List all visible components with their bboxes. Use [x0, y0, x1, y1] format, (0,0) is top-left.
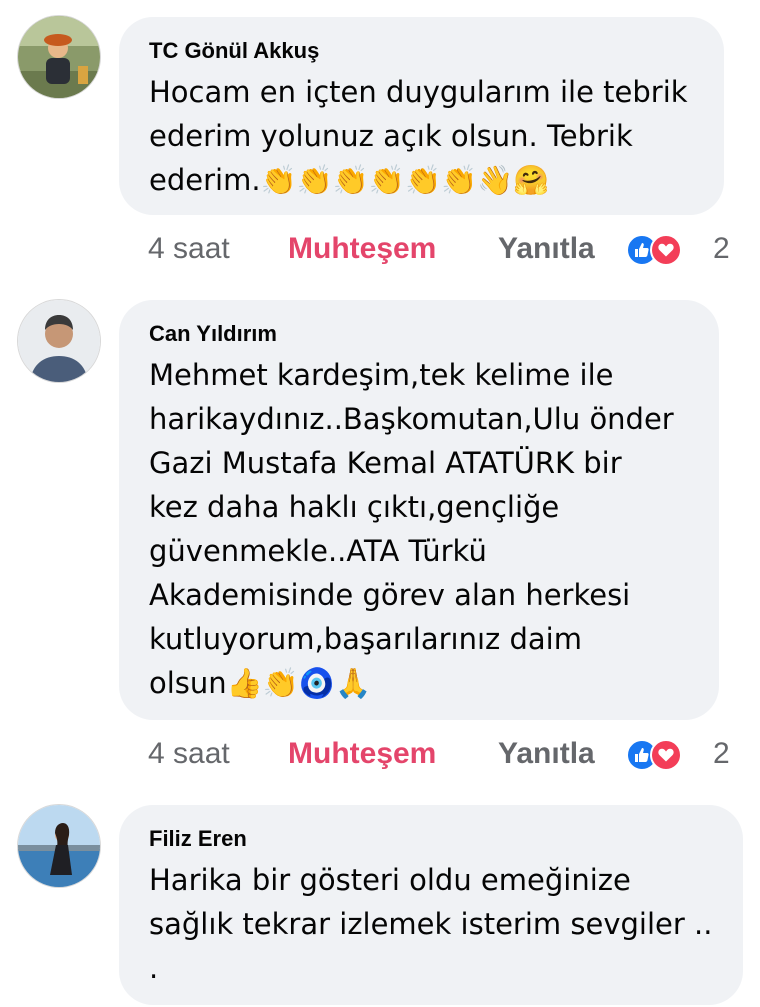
- avatar[interactable]: [18, 16, 100, 98]
- avatar[interactable]: [18, 300, 100, 382]
- comment-author[interactable]: TC Gönül Akkuş: [149, 38, 700, 64]
- reaction-summary[interactable]: [626, 733, 696, 777]
- avatar[interactable]: [18, 805, 100, 887]
- comment-text: Harika bir gösteri oldu emeğinize sağlık…: [149, 863, 713, 985]
- reaction-count[interactable]: 2: [713, 737, 730, 771]
- comment-bubble: Filiz Eren Harika bir gösteri oldu emeği…: [119, 805, 743, 1005]
- reaction-count[interactable]: 2: [713, 232, 730, 266]
- reaction-button[interactable]: Muhteşem: [288, 232, 436, 266]
- comment-time[interactable]: 4 saat: [148, 737, 230, 771]
- reaction-summary[interactable]: [626, 228, 696, 272]
- comment-time[interactable]: 4 saat: [148, 232, 230, 266]
- comment-author[interactable]: Can Yıldırım: [149, 321, 695, 347]
- reply-button[interactable]: Yanıtla: [498, 232, 595, 266]
- comment-actions: 4 saat Muhteşem Yanıtla 2: [148, 733, 738, 777]
- comment-actions: 4 saat Muhteşem Yanıtla 2: [148, 228, 738, 272]
- comment-bubble: Can Yıldırım Mehmet kardeşim,tek kelime …: [119, 300, 719, 720]
- comment-author[interactable]: Filiz Eren: [149, 826, 719, 852]
- heart-icon: [650, 234, 682, 266]
- comment-text: Mehmet kardeşim,tek kelime ile harikaydı…: [149, 358, 674, 700]
- reply-button[interactable]: Yanıtla: [498, 737, 595, 771]
- comment-bubble: TC Gönül Akkuş Hocam en içten duygularım…: [119, 17, 724, 215]
- comment-text: Hocam en içten duygularım ile tebrik ede…: [149, 75, 688, 197]
- reaction-button[interactable]: Muhteşem: [288, 737, 436, 771]
- heart-icon: [650, 739, 682, 771]
